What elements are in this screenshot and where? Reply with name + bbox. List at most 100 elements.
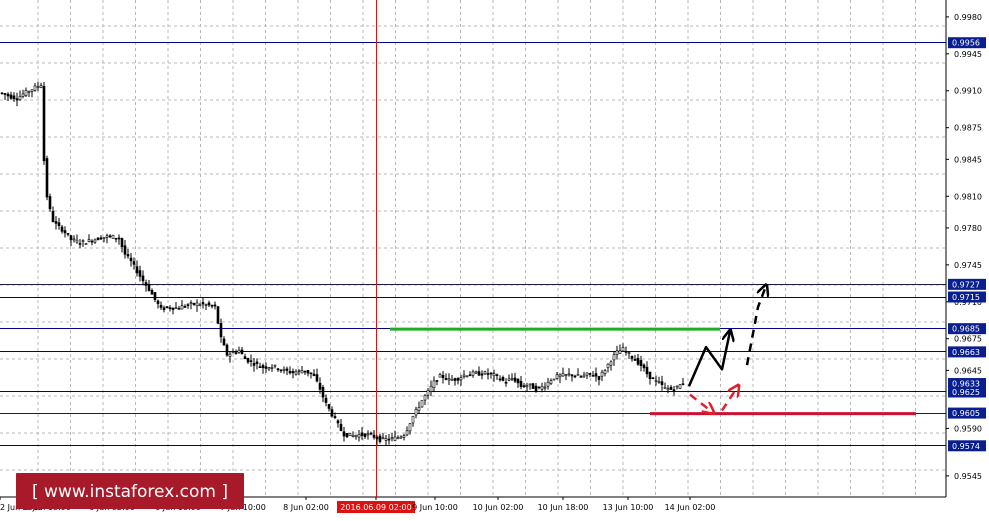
candle-body bbox=[672, 389, 676, 392]
candle-body bbox=[312, 373, 316, 376]
candle-body bbox=[567, 373, 571, 376]
price-badge-label: 0.9685 bbox=[952, 325, 980, 334]
candle-body bbox=[279, 369, 283, 372]
candle-body bbox=[60, 226, 64, 232]
candle-body bbox=[69, 235, 73, 241]
candle-body bbox=[108, 235, 112, 238]
candle-body bbox=[129, 257, 133, 262]
candle-body bbox=[678, 384, 682, 390]
watermark-logo: [ www.instaforex.com ] bbox=[16, 473, 244, 509]
candle-body bbox=[54, 221, 58, 224]
candle-body bbox=[510, 377, 514, 380]
candle bbox=[678, 384, 682, 390]
candle-body bbox=[435, 380, 439, 382]
candle-body bbox=[99, 237, 103, 240]
candle-body bbox=[321, 386, 325, 398]
candle-body bbox=[597, 376, 601, 380]
candle-body bbox=[396, 437, 400, 439]
candle-body bbox=[681, 383, 685, 386]
candle-body bbox=[636, 357, 640, 365]
candle-body bbox=[648, 371, 652, 379]
candle bbox=[165, 306, 169, 309]
candle-body bbox=[633, 358, 637, 361]
candle-body bbox=[123, 245, 127, 255]
price-badge-label: 0.9715 bbox=[952, 293, 980, 302]
candle-body bbox=[357, 434, 361, 438]
candle-body bbox=[351, 434, 355, 437]
candle-body bbox=[504, 381, 508, 384]
candle-body bbox=[594, 373, 598, 377]
candle-body bbox=[39, 85, 43, 88]
candle-body bbox=[369, 432, 373, 435]
candle-body bbox=[12, 95, 16, 100]
candle-body bbox=[303, 370, 307, 373]
price-chart[interactable]: 0.9545 0.9574 0.9590 0.9605 0.96250.9633 0.96… bbox=[0, 0, 989, 521]
candle-body bbox=[243, 356, 247, 360]
candle-body bbox=[555, 374, 559, 379]
candle-body bbox=[501, 376, 505, 381]
candle-body bbox=[456, 378, 460, 381]
candle-body bbox=[282, 368, 286, 371]
candle bbox=[111, 234, 115, 239]
candle-body bbox=[465, 375, 469, 378]
candle-body bbox=[579, 376, 583, 378]
candle-body bbox=[105, 235, 109, 238]
candle-body bbox=[180, 305, 184, 310]
candle-body bbox=[603, 370, 607, 375]
candle-body bbox=[657, 381, 661, 383]
candle-body bbox=[309, 372, 313, 375]
candle-body bbox=[642, 364, 646, 369]
candle-body bbox=[285, 368, 289, 371]
candle-body bbox=[645, 366, 649, 375]
candle-body bbox=[21, 93, 25, 97]
candle-body bbox=[81, 240, 85, 243]
price-tick-label: 0.9645 bbox=[954, 366, 982, 375]
price-badge-label: 0.9956 bbox=[952, 39, 980, 48]
candle-body bbox=[138, 270, 142, 277]
candle-body bbox=[537, 386, 541, 389]
candle-body bbox=[45, 158, 49, 198]
candle-body bbox=[639, 360, 643, 366]
candle-body bbox=[552, 378, 556, 381]
candle-body bbox=[0, 92, 4, 95]
time-tick-label: 13 Jun 10:00 bbox=[603, 503, 654, 512]
candle-body bbox=[72, 238, 76, 241]
time-tick-label: 14 Jun 02:00 bbox=[665, 503, 716, 512]
candle-body bbox=[669, 386, 673, 390]
candle-body bbox=[624, 351, 628, 353]
candle-body bbox=[231, 351, 235, 354]
candle-body bbox=[534, 385, 538, 392]
candle-body bbox=[615, 350, 619, 355]
candle-body bbox=[150, 290, 154, 295]
candle-body bbox=[492, 373, 496, 377]
candle-body bbox=[246, 357, 250, 363]
candle-body bbox=[459, 377, 463, 381]
candle-body bbox=[441, 375, 445, 378]
candle-body bbox=[417, 407, 421, 411]
candle-body bbox=[558, 374, 562, 378]
candle-body bbox=[30, 89, 34, 92]
candle-body bbox=[183, 306, 187, 308]
candle-body bbox=[159, 304, 163, 308]
candle-body bbox=[606, 363, 610, 369]
candle-body bbox=[300, 370, 304, 374]
candle-body bbox=[249, 360, 253, 362]
candle-body bbox=[63, 230, 67, 234]
candle-body bbox=[18, 96, 22, 101]
price-badge-label: 0.9727 bbox=[952, 280, 980, 289]
price-tick-label: 0.9980 bbox=[954, 13, 982, 22]
candle bbox=[420, 400, 424, 408]
candle-body bbox=[426, 389, 430, 396]
candle-body bbox=[147, 283, 151, 291]
candle-body bbox=[432, 380, 436, 388]
candle-body bbox=[117, 237, 121, 240]
candle-body bbox=[333, 416, 337, 418]
candle-body bbox=[612, 354, 616, 361]
candle-body bbox=[354, 434, 358, 437]
candle-body bbox=[9, 94, 13, 99]
candle-body bbox=[216, 306, 220, 324]
candle-body bbox=[507, 378, 511, 381]
candle-body bbox=[195, 302, 199, 307]
candle-body bbox=[462, 374, 466, 377]
candle-body bbox=[33, 85, 37, 91]
